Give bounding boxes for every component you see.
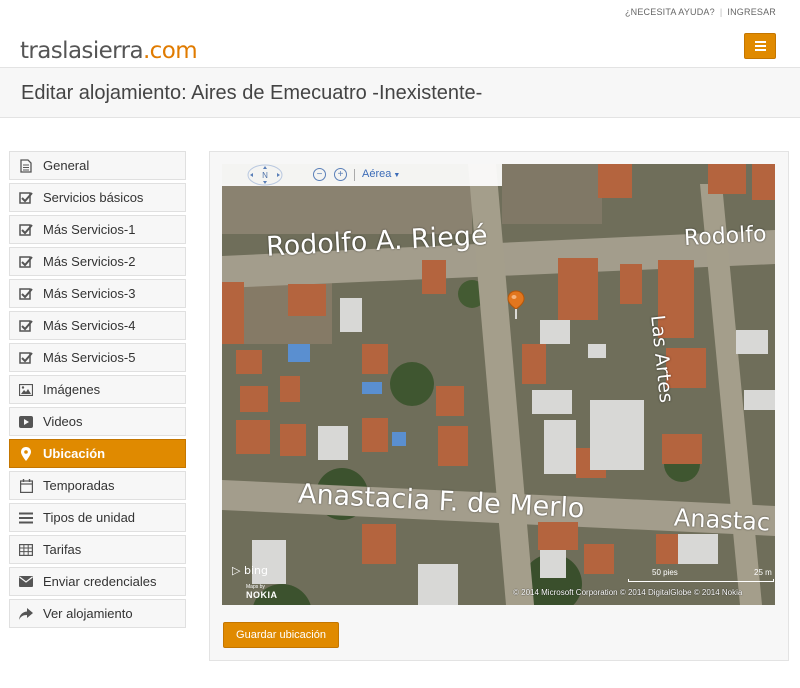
sidebar-item-tipos-de-unidad[interactable]: Tipos de unidad — [9, 503, 186, 532]
zoom-out-button[interactable]: − — [313, 168, 326, 181]
calendar-icon — [19, 478, 33, 493]
map-marker-icon[interactable] — [506, 290, 526, 320]
document-icon — [19, 158, 33, 173]
scale-feet-label: 50 pies — [652, 568, 678, 577]
sidebar-item-label: Ubicación — [43, 446, 106, 461]
menu-bar — [754, 45, 766, 47]
checkbox-icon — [19, 319, 33, 333]
divider: | — [719, 7, 723, 17]
sidebar-item-label: Videos — [43, 414, 83, 429]
sidebar-item-mas-servicios-4[interactable]: Más Servicios-4 — [9, 311, 186, 340]
picture-icon — [19, 383, 33, 397]
sidebar-item-label: Imágenes — [43, 382, 101, 397]
checkbox-icon — [19, 351, 33, 365]
sidebar-item-tarifas[interactable]: Tarifas — [9, 535, 186, 564]
map-type-dropdown[interactable]: Aérea ▼ — [362, 168, 400, 180]
envelope-icon — [19, 575, 33, 589]
sidebar-item-label: Enviar credenciales — [43, 574, 157, 589]
chevron-down-icon: ▼ — [393, 172, 401, 179]
menu-bar — [754, 49, 766, 51]
scale-meters-label: 25 m — [754, 568, 772, 577]
help-link[interactable]: ¿NECESITA AYUDA? — [625, 7, 715, 17]
sidebar-item-temporadas[interactable]: Temporadas — [9, 471, 186, 500]
sidebar-item-label: Más Servicios-3 — [43, 286, 136, 301]
street-label-anastacia-right: Anastac — [673, 503, 771, 537]
sidebar-item-label: Más Servicios-4 — [43, 318, 136, 333]
sidebar-item-label: Más Servicios-5 — [43, 350, 136, 365]
bing-logo-text: bing — [243, 564, 268, 577]
compass-navigator[interactable]: N — [246, 164, 284, 186]
sidebar-item-label: Tipos de unidad — [43, 510, 136, 525]
zoom-in-button[interactable]: + — [334, 168, 347, 181]
sidebar-item-enviar-credenciales[interactable]: Enviar credenciales — [9, 567, 186, 596]
table-icon — [19, 543, 33, 557]
top-links: ¿NECESITA AYUDA? | INGRESAR — [625, 7, 776, 17]
sidebar-item-label: Servicios básicos — [43, 190, 144, 205]
sidebar-nav: General Servicios básicos Más Servicios-… — [9, 151, 186, 631]
map-marker-icon — [19, 446, 33, 461]
login-link[interactable]: INGRESAR — [727, 7, 776, 17]
hamburger-menu-button[interactable] — [744, 33, 776, 59]
checkbox-icon — [19, 191, 33, 205]
logo-accent: .com — [142, 38, 198, 64]
sidebar-item-videos[interactable]: Videos — [9, 407, 186, 436]
sidebar-item-ubicacion[interactable]: Ubicación — [9, 439, 186, 468]
map-scale: 50 pies 25 m — [628, 568, 774, 582]
page-title: Editar alojamiento: Aires de Emecuatro -… — [21, 82, 483, 104]
compass-label: N — [262, 171, 268, 180]
site-logo[interactable]: traslasierra.com — [20, 38, 198, 64]
checkbox-icon — [19, 287, 33, 301]
sidebar-item-general[interactable]: General — [9, 151, 186, 180]
street-label-rodolfo-right: Rodolfo — [683, 221, 768, 252]
logo-text: traslasierra — [20, 38, 144, 64]
sidebar-item-mas-servicios-2[interactable]: Más Servicios-2 — [9, 247, 186, 276]
sidebar-item-mas-servicios-3[interactable]: Más Servicios-3 — [9, 279, 186, 308]
share-icon — [19, 607, 33, 621]
play-icon — [19, 415, 33, 429]
map-toolbar: N − + Aérea ▼ — [222, 164, 502, 186]
bing-logo: ▷ bing — [232, 564, 268, 577]
divider — [354, 169, 355, 181]
sidebar-item-label: Tarifas — [43, 542, 82, 557]
checkbox-icon — [19, 223, 33, 237]
menu-bar — [754, 41, 766, 43]
checkbox-icon — [19, 255, 33, 269]
map-view[interactable]: N − + Aérea ▼ Rodolfo A. Riegé Rodolfo La… — [222, 164, 775, 605]
sidebar-item-mas-servicios-5[interactable]: Más Servicios-5 — [9, 343, 186, 372]
sidebar-item-imagenes[interactable]: Imágenes — [9, 375, 186, 404]
scale-bar — [628, 579, 774, 582]
sidebar-item-label: Temporadas — [43, 478, 115, 493]
sidebar-item-label: Ver alojamiento — [43, 606, 133, 621]
sidebar-item-label: Más Servicios-2 — [43, 254, 136, 269]
map-type-label: Aérea — [362, 168, 392, 180]
title-bar: Editar alojamiento: Aires de Emecuatro -… — [0, 67, 800, 118]
sidebar-item-servicios-basicos[interactable]: Servicios básicos — [9, 183, 186, 212]
nokia-logo: NOKIA — [246, 590, 278, 600]
sidebar-item-mas-servicios-1[interactable]: Más Servicios-1 — [9, 215, 186, 244]
map-copyright: © 2014 Microsoft Corporation © 2014 Digi… — [513, 588, 743, 597]
sidebar-item-ver-alojamiento[interactable]: Ver alojamiento — [9, 599, 186, 628]
sidebar-item-label: Más Servicios-1 — [43, 222, 136, 237]
save-location-button[interactable]: Guardar ubicación — [223, 622, 339, 648]
list-icon — [19, 511, 33, 525]
sidebar-item-label: General — [43, 158, 90, 173]
